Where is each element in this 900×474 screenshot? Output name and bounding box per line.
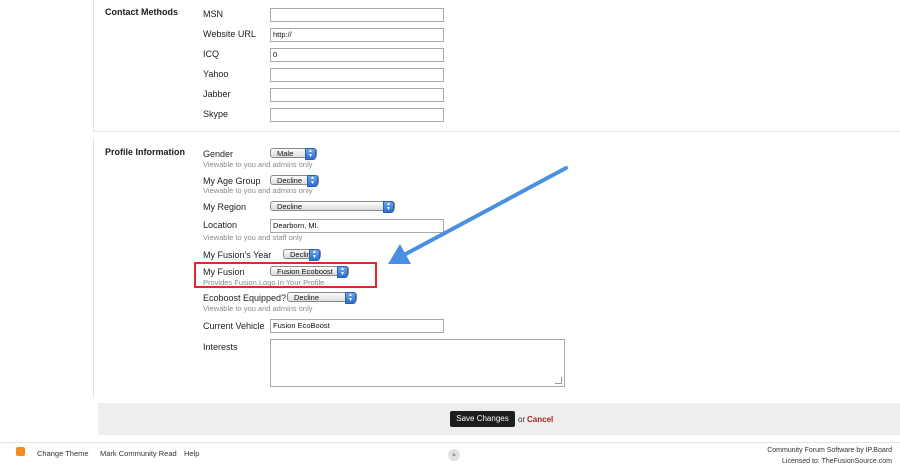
region-select[interactable]: Decline ▲ ▼	[270, 201, 395, 213]
jabber-label: Jabber	[203, 89, 231, 99]
annotation-arrow	[388, 166, 568, 264]
select-arrows-icon: ▲ ▼	[305, 148, 316, 160]
help-link[interactable]: Help	[184, 449, 199, 458]
resize-grip-icon[interactable]	[555, 377, 562, 384]
interests-textarea[interactable]	[270, 339, 565, 387]
yahoo-label: Yahoo	[203, 69, 229, 79]
cancel-link[interactable]: Cancel	[527, 415, 553, 424]
ecoboost-value: Decline	[294, 293, 320, 302]
current-vehicle-field[interactable]: Fusion EcoBoost	[270, 319, 444, 333]
change-theme-link[interactable]: Change Theme	[37, 449, 89, 458]
icq-label: ICQ	[203, 49, 220, 59]
website-url-label: Website URL	[203, 29, 256, 39]
ecoboost-label: Ecoboost Equipped?	[203, 293, 287, 303]
jabber-field[interactable]	[270, 88, 444, 102]
select-arrows-icon: ▲ ▼	[345, 292, 356, 304]
fusion-year-label: My Fusion's Year	[203, 250, 272, 260]
age-group-description: Viewable to you and admins only	[203, 186, 313, 195]
credit-line-1: Community Forum Software by IP.Board	[767, 447, 892, 454]
credit-line-2: Licensed to: TheFusionSource.com	[782, 458, 892, 465]
gender-select[interactable]: Male ▲ ▼	[270, 148, 317, 160]
mark-community-read-link[interactable]: Mark Community Read	[100, 449, 177, 458]
age-group-select[interactable]: Decline ▲ ▼	[270, 175, 319, 187]
msn-label: MSN	[203, 9, 223, 19]
footer-divider	[0, 442, 900, 443]
interests-label: Interests	[203, 342, 238, 352]
skype-field[interactable]	[270, 108, 444, 122]
ecoboost-description: Viewable to you and admins only	[203, 304, 313, 313]
rss-icon[interactable]	[16, 447, 25, 456]
age-group-label: My Age Group	[203, 176, 261, 186]
contact-methods-heading: Contact Methods	[105, 7, 178, 17]
current-vehicle-label: Current Vehicle	[203, 321, 265, 331]
website-url-field[interactable]: http://	[270, 28, 444, 42]
fusion-year-select[interactable]: Decline ▲ ▼	[283, 249, 321, 261]
highlight-box	[194, 262, 377, 288]
icq-field[interactable]: 0	[270, 48, 444, 62]
gender-value: Male	[277, 149, 294, 158]
age-group-value: Decline	[277, 176, 303, 185]
annotation-arrow-shaft	[400, 166, 568, 258]
gender-description: Viewable to you and admins only	[203, 160, 313, 169]
location-label: Location	[203, 220, 238, 230]
gender-label: Gender	[203, 149, 234, 159]
save-changes-button[interactable]: Save Changes	[450, 411, 515, 427]
skype-label: Skype	[203, 109, 229, 119]
back-to-top-icon[interactable]: ▲	[448, 449, 460, 461]
region-value: Decline	[277, 202, 303, 211]
select-arrows-icon: ▲ ▼	[309, 249, 320, 261]
ecoboost-select[interactable]: Decline ▲ ▼	[287, 292, 357, 304]
location-description: Viewable to you and staff only	[203, 233, 303, 242]
or-text: or	[518, 415, 526, 424]
msn-field[interactable]	[270, 8, 444, 22]
region-label: My Region	[203, 202, 247, 212]
yahoo-field[interactable]	[270, 68, 444, 82]
profile-information-heading: Profile Information	[105, 147, 186, 157]
